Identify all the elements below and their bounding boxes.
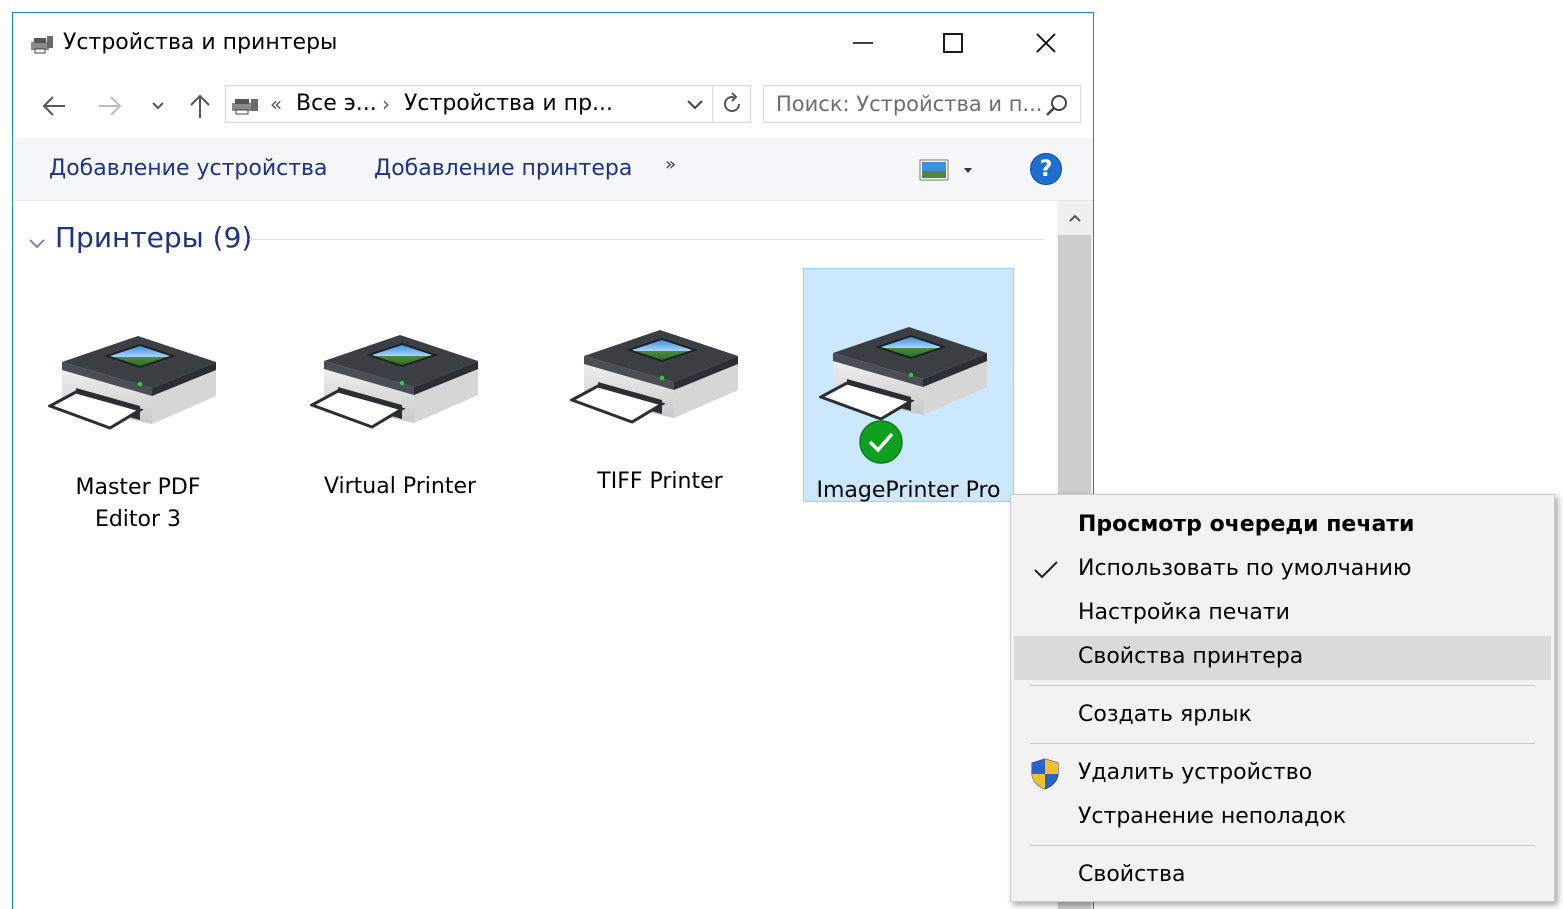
menu-separator xyxy=(1030,743,1535,744)
menu-item-printer-properties[interactable]: Свойства принтера xyxy=(1014,636,1551,680)
address-bar[interactable]: « Все э... › Устройства и пр... xyxy=(225,85,713,123)
chevron-up-icon xyxy=(1069,214,1081,222)
title-bar[interactable]: Устройства и принтеры xyxy=(13,13,1093,73)
refresh-icon xyxy=(723,92,740,112)
device-label: Virtual Printer xyxy=(323,474,477,499)
add-device-button[interactable]: Добавление устройства xyxy=(49,156,327,181)
arrow-up-icon xyxy=(190,94,210,118)
printer-icon xyxy=(48,326,228,436)
group-divider xyxy=(249,239,1045,240)
menu-item-label: Использовать по умолчанию xyxy=(1078,556,1412,581)
device-label: Master PDF xyxy=(75,475,201,500)
device-label: Editor 3 xyxy=(94,507,182,532)
menu-item-troubleshoot[interactable]: Устранение неполадок xyxy=(1014,796,1551,840)
context-menu: Просмотр очереди печати Использовать по … xyxy=(1010,494,1555,902)
maximize-button[interactable] xyxy=(923,21,983,65)
minimize-button[interactable] xyxy=(833,21,893,65)
devices-and-printers-window: Устройства и принтеры « Все э... › Устро… xyxy=(12,12,1094,909)
breadcrumb-item[interactable]: Все э... xyxy=(296,91,377,116)
help-button[interactable]: ? xyxy=(1030,153,1062,185)
up-button[interactable] xyxy=(185,91,215,121)
more-commands-button[interactable]: » xyxy=(665,154,676,175)
breadcrumb-separator[interactable]: › xyxy=(382,92,390,116)
printer-item-tiff-printer[interactable]: TIFF Printer xyxy=(565,320,755,498)
menu-item-label: Создать ярлык xyxy=(1078,702,1252,727)
menu-item-create-shortcut[interactable]: Создать ярлык xyxy=(1014,694,1551,738)
add-printer-button[interactable]: Добавление принтера xyxy=(374,156,632,181)
search-box[interactable]: Поиск: Устройства и п... xyxy=(763,85,1081,123)
uac-shield-icon xyxy=(1031,758,1059,790)
device-label: TIFF Printer xyxy=(597,469,723,494)
menu-item-view-print-queue[interactable]: Просмотр очереди печати xyxy=(1014,504,1551,548)
back-button[interactable] xyxy=(39,91,69,121)
scroll-up-button[interactable] xyxy=(1057,201,1093,235)
forward-button[interactable] xyxy=(95,91,125,121)
devices-printers-icon xyxy=(31,36,53,54)
search-placeholder: Поиск: Устройства и п... xyxy=(776,92,1043,116)
menu-item-label: Свойства xyxy=(1078,862,1186,887)
device-label: ImagePrinter Pro xyxy=(816,478,1001,503)
menu-item-label: Свойства принтера xyxy=(1078,644,1304,669)
menu-item-label: Устранение неполадок xyxy=(1078,804,1347,829)
chevron-down-icon xyxy=(152,102,164,110)
menu-item-remove-device[interactable]: Удалить устройство xyxy=(1014,752,1551,796)
change-view-icon[interactable] xyxy=(919,158,949,182)
window-title: Устройства и принтеры xyxy=(63,30,338,55)
breadcrumb-overflow[interactable]: « xyxy=(270,92,282,116)
menu-item-label: Настройка печати xyxy=(1078,600,1290,625)
recent-locations-button[interactable] xyxy=(149,91,167,121)
printer-icon xyxy=(310,325,490,435)
printer-item-virtual-printer[interactable]: Virtual Printer xyxy=(305,325,495,503)
devices-printers-icon xyxy=(232,99,258,115)
arrow-left-icon xyxy=(42,96,65,116)
chevron-down-icon[interactable] xyxy=(961,164,975,176)
command-bar: Добавление устройства Добавление принтер… xyxy=(13,138,1093,201)
printer-icon xyxy=(819,317,999,427)
menu-item-set-default[interactable]: Использовать по умолчанию xyxy=(1014,548,1551,592)
maximize-icon xyxy=(943,33,963,53)
checkmark-icon xyxy=(1034,561,1058,579)
menu-item-printing-preferences[interactable]: Настройка печати xyxy=(1014,592,1551,636)
menu-separator xyxy=(1030,845,1535,846)
search-icon xyxy=(1046,95,1067,116)
breadcrumb-item[interactable]: Устройства и пр... xyxy=(404,91,613,116)
chevron-down-icon[interactable] xyxy=(27,237,47,251)
printer-icon xyxy=(570,320,750,430)
default-printer-check-icon xyxy=(859,420,903,464)
menu-separator xyxy=(1030,685,1535,686)
close-icon xyxy=(1036,33,1056,53)
refresh-button[interactable] xyxy=(713,85,751,123)
menu-item-properties[interactable]: Свойства xyxy=(1014,854,1551,898)
printers-group-title[interactable]: Принтеры (9) xyxy=(55,221,252,254)
printer-item-master-pdf[interactable]: Master PDF Editor 3 xyxy=(43,326,233,536)
devices-pane: Принтеры (9) Master PDF Editor 3 Virtual… xyxy=(13,201,1057,909)
menu-item-label: Удалить устройство xyxy=(1078,760,1313,785)
minimize-icon xyxy=(853,42,873,44)
printer-item-imageprinter-pro[interactable]: ImagePrinter Pro xyxy=(803,268,1014,503)
arrow-right-icon xyxy=(99,96,122,116)
menu-item-label: Просмотр очереди печати xyxy=(1078,512,1415,537)
chevron-down-icon[interactable] xyxy=(684,94,706,116)
close-button[interactable] xyxy=(1016,21,1076,65)
